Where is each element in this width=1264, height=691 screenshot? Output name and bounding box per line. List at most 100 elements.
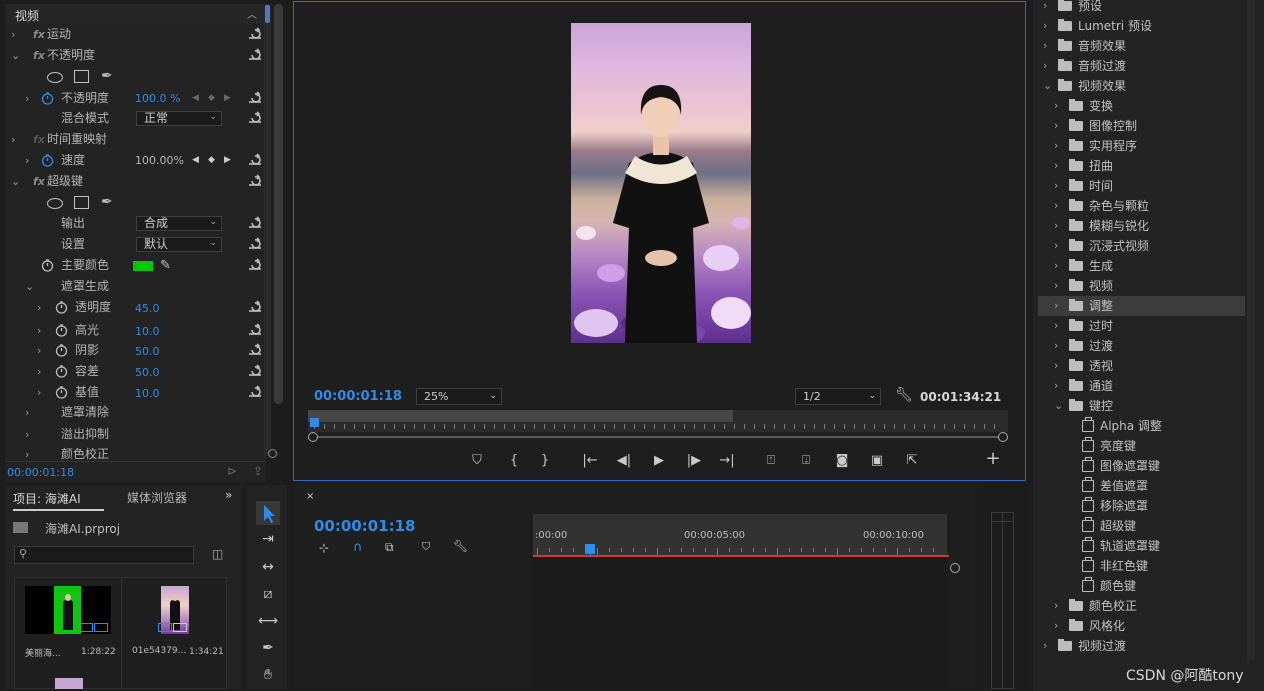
snap-icon[interactable]: ∩: [353, 540, 363, 555]
razor-icon[interactable]: ⧄: [257, 583, 279, 605]
effects-tree-item[interactable]: 移除遮罩: [1038, 496, 1245, 516]
chevron-right-icon[interactable]: ›: [1054, 196, 1058, 216]
parameter-select[interactable]: 默认 ⌄: [136, 237, 222, 252]
stopwatch-icon[interactable]: [55, 324, 68, 337]
chevron-down-icon[interactable]: ⌄: [1054, 396, 1063, 416]
effects-tree-item[interactable]: › 通道: [1038, 376, 1245, 396]
chevron-right-icon[interactable]: ›: [1054, 96, 1058, 116]
stopwatch-icon[interactable]: [55, 365, 68, 378]
clip-thumbnail[interactable]: [55, 678, 83, 689]
effects-tree-item[interactable]: 亮度键: [1038, 436, 1245, 456]
playhead-marker[interactable]: [310, 418, 319, 427]
fx-icon[interactable]: fx: [33, 45, 45, 66]
parameter-value[interactable]: 100.0 %: [135, 88, 180, 109]
reset-icon[interactable]: [248, 364, 262, 378]
stopwatch-icon[interactable]: [41, 154, 54, 167]
chevron-down-icon[interactable]: ⌄: [11, 171, 20, 192]
effect-controls-scrollbar[interactable]: [264, 4, 271, 456]
stopwatch-icon[interactable]: [41, 259, 54, 272]
tab-project[interactable]: 项目: 海滩AI: [13, 490, 81, 507]
clip-thumbnail[interactable]: [25, 586, 111, 634]
effects-tree-item[interactable]: 图像遮罩键: [1038, 456, 1245, 476]
tab-media-browser[interactable]: 媒体浏览器: [127, 489, 187, 506]
ellipse-mask-icon[interactable]: [47, 72, 63, 83]
effects-tree-item[interactable]: › 过渡: [1038, 336, 1245, 356]
effect-row[interactable]: › fx 运动: [5, 24, 266, 45]
parameter-row[interactable]: › 高光 10.0: [5, 320, 266, 341]
effects-tree-item[interactable]: › 扭曲: [1038, 156, 1245, 176]
reset-icon[interactable]: [248, 216, 262, 230]
chevron-right-icon[interactable]: ›: [25, 424, 29, 445]
group-row[interactable]: › 遮罩清除: [5, 402, 266, 423]
chevron-right-icon[interactable]: ›: [1054, 376, 1058, 396]
color-row[interactable]: 主要颜色 ✎: [5, 255, 266, 276]
color-swatch[interactable]: [133, 261, 153, 271]
chevron-right-icon[interactable]: ›: [1043, 0, 1047, 16]
effect-controls-timecode[interactable]: 00:00:01:18: [7, 466, 74, 479]
parameter-row[interactable]: › 阴影 50.0: [5, 340, 266, 361]
effects-tree-item[interactable]: › 实用程序: [1038, 136, 1245, 156]
program-mini-timeline[interactable]: [308, 410, 1008, 432]
effects-tree-item[interactable]: › 杂色与颗粒: [1038, 196, 1245, 216]
effects-tree-item[interactable]: 差值遮罩: [1038, 476, 1245, 496]
program-timecode[interactable]: 00:00:01:18: [314, 389, 402, 404]
nest-icon[interactable]: ⊹: [319, 541, 329, 555]
mask-tools[interactable]: ✒: [5, 66, 266, 87]
reset-icon[interactable]: [248, 258, 262, 272]
parameter-value[interactable]: 10.0: [135, 383, 160, 404]
parameter-row[interactable]: › 速度 100.00% ◀ ◆ ▶: [5, 150, 266, 171]
filter-icon[interactable]: ⊳: [227, 464, 237, 478]
chevron-right-icon[interactable]: ›: [1054, 236, 1058, 256]
step-back-icon[interactable]: ◀|: [615, 453, 633, 469]
effects-tree-item[interactable]: › 颜色校正: [1038, 596, 1245, 616]
lift-icon[interactable]: ⍐: [761, 453, 781, 469]
parameter-row[interactable]: › 基值 10.0: [5, 382, 266, 403]
fx-icon[interactable]: fx: [33, 129, 45, 150]
reset-icon[interactable]: [248, 237, 262, 251]
pen-mask-icon[interactable]: ✒: [101, 66, 113, 87]
chevron-right-icon[interactable]: ›: [1043, 36, 1047, 56]
reset-icon[interactable]: [248, 153, 262, 167]
comparison-view-icon[interactable]: ▣: [867, 453, 887, 469]
ripple-edit-icon[interactable]: ↔: [257, 556, 279, 578]
stopwatch-icon[interactable]: [41, 92, 54, 105]
chevron-right-icon[interactable]: ›: [11, 24, 15, 45]
add-keyframe-icon[interactable]: ◆: [208, 150, 215, 171]
scrollbar-track[interactable]: [274, 4, 283, 404]
extract-icon[interactable]: ⍗: [796, 453, 816, 469]
chevron-right-icon[interactable]: ›: [25, 150, 29, 171]
collapse-icon[interactable]: ︿: [247, 6, 257, 21]
effects-tree-item[interactable]: 颜色键: [1038, 576, 1245, 596]
group-row[interactable]: › 溢出抑制: [5, 424, 266, 445]
chevron-right-icon[interactable]: ›: [1054, 216, 1058, 236]
chevron-right-icon[interactable]: ›: [11, 129, 15, 150]
stopwatch-icon[interactable]: [55, 301, 68, 314]
chevron-right-icon[interactable]: ›: [1054, 316, 1058, 336]
effect-row[interactable]: ⌄ fx 超级键: [5, 171, 266, 192]
parameter-row[interactable]: › 不透明度 100.0 % ◀ ◆ ▶: [5, 88, 266, 109]
parameter-value[interactable]: 50.0: [135, 341, 160, 362]
parameter-row[interactable]: › 容差 50.0: [5, 361, 266, 382]
effects-tree-item[interactable]: › 视频过渡: [1038, 636, 1245, 656]
hand-icon[interactable]: ✋︎: [257, 664, 279, 686]
chevron-right-icon[interactable]: ›: [1043, 636, 1047, 656]
reset-icon[interactable]: [248, 323, 262, 337]
reset-icon[interactable]: [248, 48, 262, 62]
mask-tools[interactable]: ✒: [5, 192, 266, 213]
resolution-select[interactable]: 1/2 ⌄: [795, 388, 881, 405]
effect-row[interactable]: › fx 时间重映射: [5, 129, 266, 150]
chevron-right-icon[interactable]: ›: [37, 382, 41, 403]
effects-tree-item[interactable]: › 视频: [1038, 276, 1245, 296]
timeline-scroll-handle[interactable]: [950, 563, 960, 573]
effects-tree-item[interactable]: › 调整: [1038, 296, 1245, 316]
stopwatch-icon[interactable]: [55, 386, 68, 399]
chevron-right-icon[interactable]: ›: [1054, 156, 1058, 176]
project-search-input[interactable]: ⚲: [14, 546, 194, 564]
parameter-value[interactable]: 50.0: [135, 362, 160, 383]
reset-icon[interactable]: [248, 91, 262, 105]
add-button-icon[interactable]: +: [985, 450, 1001, 468]
effects-tree-item[interactable]: › 过时: [1038, 316, 1245, 336]
chevron-down-icon[interactable]: ⌄: [1043, 76, 1052, 96]
parameter-select[interactable]: 正常 ⌄: [136, 111, 222, 126]
previous-keyframe-icon[interactable]: ◀: [192, 88, 199, 109]
